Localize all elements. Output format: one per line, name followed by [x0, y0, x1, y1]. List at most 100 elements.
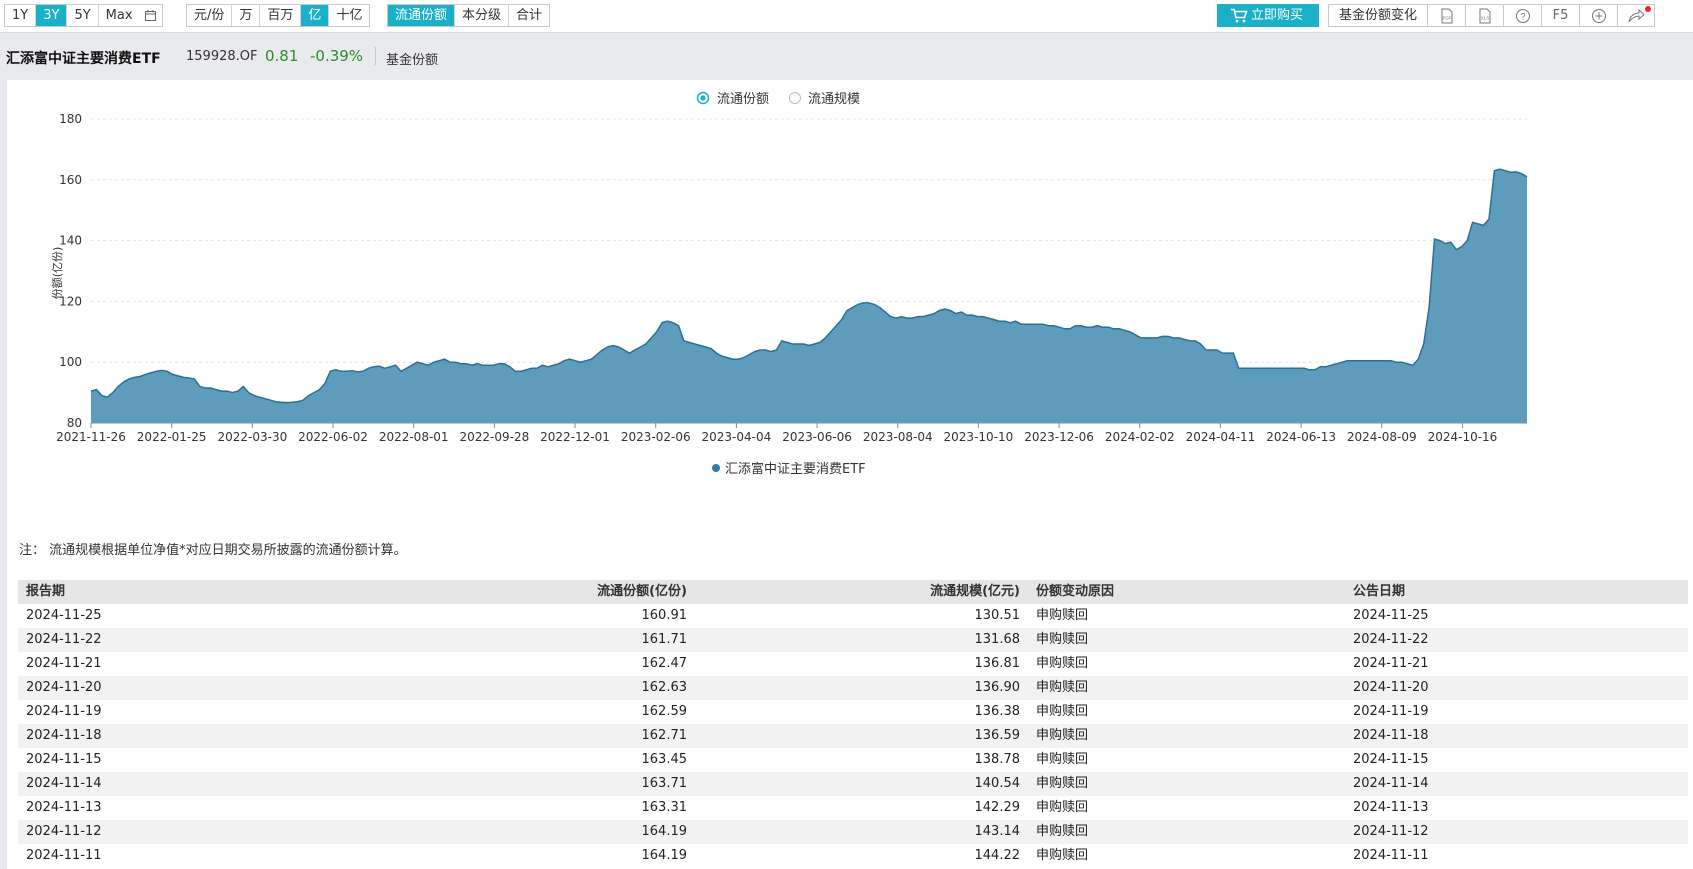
view-button-1[interactable]: 本分级 [455, 5, 510, 26]
table-row: 2024-11-12 164.19 143.14 申购赎回 2024-11-12 [18, 820, 1688, 844]
header-shares[interactable]: 流通份额(亿份) [211, 580, 687, 604]
table-row: 2024-11-18 162.71 136.59 申购赎回 2024-11-18 [18, 724, 1688, 748]
x-tick-label: 2022-09-28 [459, 430, 529, 444]
metric-radio-shares[interactable]: 流通份额 [696, 91, 770, 107]
cell-reason: 申购赎回 [1036, 632, 1089, 647]
x-tick-label: 2022-03-30 [217, 430, 287, 444]
buy-now-button[interactable]: 立即购买 [1217, 4, 1319, 27]
x-axis: 2021-11-26 2022-01-25 2022-03-30 2022-06-02… [56, 423, 1497, 444]
cell-shares: 162.71 [641, 728, 688, 743]
cell-scale: 138.78 [974, 752, 1021, 767]
share-arrow-icon [1628, 8, 1645, 22]
view-button-0[interactable]: 流通份额 [388, 5, 456, 26]
plus-circle-icon [1591, 8, 1606, 23]
add-button[interactable] [1579, 4, 1618, 27]
cell-shares: 161.71 [641, 632, 688, 647]
x-tick-label: 2024-08-09 [1347, 430, 1417, 444]
cell-period: 2024-11-22 [26, 632, 102, 647]
cell-scale: 136.38 [974, 704, 1021, 719]
cell-period: 2024-11-11 [26, 848, 102, 863]
cell-announce-date: 2024-11-13 [1353, 800, 1429, 815]
table-row: 2024-11-13 163.31 142.29 申购赎回 2024-11-13 [18, 796, 1688, 820]
y-tick-label: 100 [59, 355, 82, 369]
help-button[interactable]: ? [1503, 4, 1542, 27]
cell-reason: 申购赎回 [1036, 608, 1089, 623]
pdf-export-button[interactable]: PDF [1427, 4, 1466, 27]
y-tick-label: 160 [59, 173, 82, 187]
pdf-icon: PDF [1441, 8, 1453, 23]
x-tick-label: 2023-10-10 [944, 430, 1014, 444]
share-chart: 流通份额 流通规模 80100120140160180 份额(亿份) 2021-… [51, 91, 1528, 477]
cell-period: 2024-11-15 [26, 752, 102, 767]
unit-button-4[interactable]: 十亿 [329, 5, 369, 26]
buy-now-label: 立即购买 [1251, 8, 1304, 23]
notification-dot [1645, 6, 1652, 12]
x-tick-label: 2022-08-01 [379, 430, 449, 444]
cell-shares: 164.19 [641, 848, 688, 863]
unit-button-1[interactable]: 万 [232, 5, 261, 26]
x-tick-label: 2024-06-13 [1266, 430, 1336, 444]
share-button[interactable] [1617, 4, 1656, 27]
unit-button-0[interactable]: 元/份 [187, 5, 233, 26]
divider [375, 47, 376, 65]
xls-export-button[interactable]: XLS [1465, 4, 1504, 27]
x-tick-label: 2023-02-06 [621, 430, 691, 444]
cell-shares: 160.91 [641, 608, 688, 623]
share-change-label: 基金份额变化 [1339, 8, 1418, 23]
fund-nav: 0.81 [265, 47, 299, 65]
cell-announce-date: 2024-11-14 [1353, 776, 1429, 791]
xls-icon-label: XLS [1480, 15, 1489, 20]
share-area [91, 169, 1527, 423]
x-tick-label: 2023-06-06 [782, 430, 852, 444]
cell-announce-date: 2024-11-12 [1353, 824, 1429, 839]
cell-shares: 164.19 [641, 824, 688, 839]
period-button-1[interactable]: 3Y [36, 5, 68, 26]
cell-reason: 申购赎回 [1036, 800, 1089, 815]
header-period[interactable]: 报告期 [18, 580, 211, 604]
cell-announce-date: 2024-11-20 [1353, 680, 1429, 695]
help-icon: ? [1515, 8, 1530, 23]
header-scale[interactable]: 流通规模(亿元) [687, 580, 1020, 604]
cell-scale: 131.68 [974, 632, 1021, 647]
x-tick-label: 2024-10-16 [1428, 430, 1498, 444]
fund-change: -0.39% [310, 47, 364, 65]
view-button-2[interactable]: 合计 [509, 5, 549, 26]
x-tick-label: 2022-06-02 [298, 430, 368, 444]
table-row: 2024-11-14 163.71 140.54 申购赎回 2024-11-14 [18, 772, 1688, 796]
header-reason[interactable]: 份额变动原因 [1020, 580, 1353, 604]
cell-scale: 136.90 [974, 680, 1021, 695]
f5-label: F5 [1552, 8, 1569, 23]
fund-info-bar: 汇添富中证主要消费ETF 159928.OF 0.81 -0.39% 基金份额 [0, 33, 1693, 77]
period-button-2[interactable]: 5Y [67, 5, 99, 26]
cell-reason: 申购赎回 [1036, 848, 1089, 863]
f5-refresh-button[interactable]: F5 [1541, 4, 1580, 27]
cell-reason: 申购赎回 [1036, 824, 1089, 839]
cell-shares: 163.71 [641, 776, 688, 791]
calendar-button-group [139, 4, 163, 27]
cell-scale: 130.51 [974, 608, 1021, 623]
cell-period: 2024-11-20 [26, 680, 102, 695]
footnote: 注： 流通规模根据单位净值*对应日期交易所披露的流通份额计算。 [19, 543, 407, 558]
cell-reason: 申购赎回 [1036, 656, 1089, 671]
unit-selector: 元/份万百万亿十亿 [186, 4, 371, 27]
y-tick-label: 180 [59, 112, 82, 126]
period-button-3[interactable]: Max [99, 5, 140, 26]
unit-button-2[interactable]: 百万 [260, 5, 302, 26]
pdf-icon-label: PDF [1442, 15, 1451, 20]
cell-announce-date: 2024-11-25 [1353, 608, 1429, 623]
cell-period: 2024-11-18 [26, 728, 102, 743]
cell-shares: 162.47 [641, 656, 688, 671]
series-legend[interactable]: 汇添富中证主要消费ETF [712, 461, 866, 477]
fund-code: 159928.OF [186, 49, 258, 64]
period-button-0[interactable]: 1Y [5, 5, 37, 26]
table-row: 2024-11-20 162.63 136.90 申购赎回 2024-11-20 [18, 676, 1688, 700]
xls-icon: XLS [1479, 8, 1491, 23]
header-announce-date[interactable]: 公告日期 [1353, 580, 1653, 604]
share-change-button[interactable]: 基金份额变化 [1328, 4, 1428, 27]
metric-radio-scale[interactable]: 流通规模 [789, 92, 861, 107]
table-row: 2024-11-22 161.71 131.68 申购赎回 2024-11-22 [18, 628, 1688, 652]
fund-name: 汇添富中证主要消费ETF [6, 51, 161, 67]
unit-button-3[interactable]: 亿 [301, 5, 330, 26]
calendar-icon[interactable] [139, 5, 162, 26]
cell-announce-date: 2024-11-18 [1353, 728, 1429, 743]
